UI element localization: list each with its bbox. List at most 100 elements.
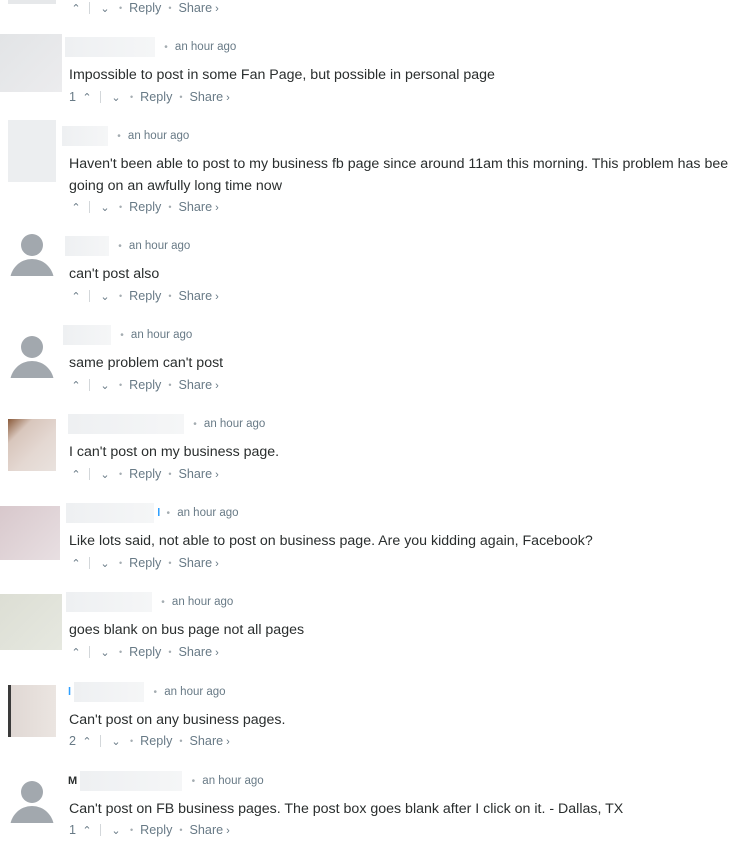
author-name[interactable] (65, 37, 155, 57)
reply-link[interactable]: Reply (129, 645, 161, 659)
share-link[interactable]: Share › (179, 556, 219, 570)
timestamp[interactable]: an hour ago (204, 418, 265, 430)
downvote-icon[interactable]: ⌄ (109, 824, 123, 837)
reply-link[interactable]: Reply (140, 734, 172, 748)
timestamp[interactable]: an hour ago (129, 240, 190, 252)
share-link[interactable]: Share › (190, 734, 230, 748)
reply-link[interactable]: Reply (140, 823, 172, 837)
downvote-icon[interactable]: ⌄ (98, 290, 112, 303)
author-name-fragment[interactable]: l (157, 507, 160, 519)
reply-link[interactable]: Reply (129, 200, 161, 214)
author-name[interactable] (80, 771, 183, 791)
comment-actions: ⌃ ⌄ • Reply • Share › (69, 643, 219, 661)
timestamp[interactable]: an hour ago (164, 686, 225, 698)
separator-dot: • (153, 686, 157, 698)
timestamp[interactable]: an hour ago (172, 596, 233, 608)
separator-dot: • (118, 240, 122, 252)
author-name-fragment[interactable]: M (68, 775, 77, 787)
author-name[interactable] (68, 414, 184, 434)
downvote-icon[interactable]: ⌄ (98, 646, 112, 659)
separator-dot: • (166, 507, 170, 519)
downvote-icon[interactable]: ⌄ (98, 379, 112, 392)
default-avatar-icon[interactable] (8, 228, 56, 276)
timestamp[interactable]: an hour ago (131, 329, 192, 341)
reply-link[interactable]: Reply (129, 289, 161, 303)
avatar[interactable] (8, 685, 56, 737)
downvote-icon[interactable]: ⌄ (98, 557, 112, 570)
downvote-icon[interactable]: ⌄ (98, 201, 112, 214)
vote-controls: ⌃ ⌄ (69, 646, 112, 659)
share-link[interactable]: Share › (190, 823, 230, 837)
reply-link[interactable]: Reply (129, 467, 161, 481)
chevron-right-icon: › (226, 92, 230, 104)
share-link[interactable]: Share › (190, 90, 230, 104)
author-name-fragment[interactable]: l (68, 686, 71, 698)
upvote-icon[interactable]: ⌃ (69, 201, 83, 214)
upvote-icon[interactable]: ⌃ (80, 824, 94, 837)
share-link[interactable]: Share › (179, 200, 219, 214)
upvote-icon[interactable]: ⌃ (69, 468, 83, 481)
downvote-icon[interactable]: ⌄ (109, 91, 123, 104)
downvote-icon[interactable]: ⌄ (98, 2, 112, 15)
avatar[interactable] (0, 506, 60, 560)
avatar[interactable] (8, 419, 56, 471)
chevron-right-icon: › (215, 291, 219, 303)
comment-actions: 2 ⌃ ⌄ • Reply • Share › (69, 732, 230, 750)
separator-dot: • (161, 596, 165, 608)
timestamp[interactable]: an hour ago (202, 775, 263, 787)
comment-text: same problem can't post (69, 355, 224, 371)
separator-dot: • (130, 825, 134, 835)
separator-dot: • (193, 418, 197, 430)
upvote-count: 2 (69, 734, 77, 748)
share-link[interactable]: Share › (179, 645, 219, 659)
avatar[interactable] (8, 0, 56, 4)
separator-dot: • (119, 558, 123, 568)
avatar[interactable] (0, 34, 62, 92)
timestamp[interactable]: an hour ago (175, 41, 236, 53)
separator-dot: • (119, 380, 123, 390)
reply-link[interactable]: Reply (129, 378, 161, 392)
reply-link[interactable]: Reply (129, 556, 161, 570)
comment-actions: ⌃ ⌄ • Reply • Share › (69, 376, 219, 394)
default-avatar-icon[interactable] (8, 775, 56, 823)
author-name[interactable] (62, 126, 108, 146)
downvote-icon[interactable]: ⌄ (109, 735, 123, 748)
comment-actions: ⌃ ⌄ • Reply • Share › (69, 198, 219, 216)
vote-controls: 1 ⌃ ⌄ (69, 823, 123, 837)
separator-dot: • (119, 469, 123, 479)
avatar[interactable] (0, 594, 62, 650)
comment: l • an hour ago Like lots said, not able… (0, 503, 751, 592)
upvote-icon[interactable]: ⌃ (69, 290, 83, 303)
vote-controls: 2 ⌃ ⌄ (69, 734, 123, 748)
author-name[interactable] (74, 682, 145, 702)
upvote-icon[interactable]: ⌃ (69, 379, 83, 392)
reply-link[interactable]: Reply (129, 1, 161, 15)
vote-controls: ⌃ ⌄ (69, 201, 112, 214)
upvote-icon[interactable]: ⌃ (69, 2, 83, 15)
share-link[interactable]: Share › (179, 289, 219, 303)
default-avatar-icon[interactable] (8, 330, 56, 378)
author-name[interactable] (65, 236, 109, 256)
vote-controls: ⌃ ⌄ (69, 2, 112, 15)
timestamp[interactable]: an hour ago (177, 507, 238, 519)
timestamp[interactable]: an hour ago (128, 130, 189, 142)
author-name[interactable] (63, 325, 111, 345)
comment-meta: M • an hour ago (68, 771, 264, 791)
comment: l • an hour ago Can't post on any busine… (0, 682, 751, 771)
share-link[interactable]: Share › (179, 467, 219, 481)
comment: • an hour ago goes blank on bus page not… (0, 592, 751, 681)
share-link[interactable]: Share › (179, 1, 219, 15)
upvote-icon[interactable]: ⌃ (69, 557, 83, 570)
upvote-icon[interactable]: ⌃ (69, 646, 83, 659)
chevron-right-icon: › (226, 825, 230, 837)
author-name[interactable] (66, 503, 154, 523)
upvote-icon[interactable]: ⌃ (80, 735, 94, 748)
reply-link[interactable]: Reply (140, 90, 172, 104)
upvote-icon[interactable]: ⌃ (80, 91, 94, 104)
separator-dot: • (168, 202, 172, 212)
share-link[interactable]: Share › (179, 378, 219, 392)
avatar[interactable] (8, 120, 56, 182)
author-name[interactable] (66, 592, 152, 612)
downvote-icon[interactable]: ⌄ (98, 468, 112, 481)
separator-dot: • (130, 736, 134, 746)
